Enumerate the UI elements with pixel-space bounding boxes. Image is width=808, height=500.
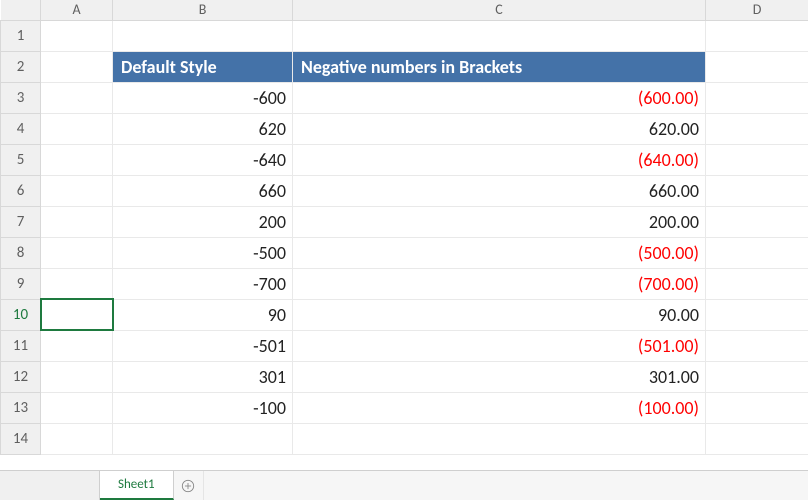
cell-B12[interactable]: 301 [113, 361, 293, 392]
cell-B13[interactable]: -100 [113, 392, 293, 423]
cell-C13[interactable]: (100.00) [293, 392, 706, 423]
cell-D13[interactable] [706, 392, 808, 423]
cell-B4[interactable]: 620 [113, 113, 293, 144]
cell-C10[interactable]: 90.00 [293, 299, 706, 330]
cell-A1[interactable] [41, 20, 113, 51]
row-header-5[interactable]: 5 [1, 144, 41, 175]
cell-C12[interactable]: 301.00 [293, 361, 706, 392]
row-header-14[interactable]: 14 [1, 423, 41, 454]
cell-B8[interactable]: -500 [113, 237, 293, 268]
sheet-tab-bar: Sheet1 [0, 470, 808, 500]
row-header-2[interactable]: 2 [1, 51, 41, 82]
cell-D7[interactable] [706, 206, 808, 237]
cell-A7[interactable] [41, 206, 113, 237]
cell-C9[interactable]: (700.00) [293, 268, 706, 299]
cell-B5[interactable]: -640 [113, 144, 293, 175]
plus-circle-icon [181, 479, 195, 493]
cell-C11[interactable]: (501.00) [293, 330, 706, 361]
row-header-11[interactable]: 11 [1, 330, 41, 361]
cell-A14[interactable] [41, 423, 113, 454]
cell-B6[interactable]: 660 [113, 175, 293, 206]
cell-D9[interactable] [706, 268, 808, 299]
cell-B11[interactable]: -501 [113, 330, 293, 361]
row-header-3[interactable]: 3 [1, 82, 41, 113]
cell-B3[interactable]: -600 [113, 82, 293, 113]
row-header-6[interactable]: 6 [1, 175, 41, 206]
column-header-C[interactable]: C [293, 0, 706, 20]
cell-A11[interactable] [41, 330, 113, 361]
cell-D3[interactable] [706, 82, 808, 113]
cell-A5[interactable] [41, 144, 113, 175]
column-header-row: A B C D [1, 0, 808, 20]
cell-D6[interactable] [706, 175, 808, 206]
row-header-12[interactable]: 12 [1, 361, 41, 392]
cell-C1[interactable] [293, 20, 706, 51]
row-header-10[interactable]: 10 [1, 299, 41, 330]
add-sheet-button[interactable] [174, 471, 204, 500]
cell-C3[interactable]: (600.00) [293, 82, 706, 113]
column-header-D[interactable]: D [706, 0, 808, 20]
cell-D11[interactable] [706, 330, 808, 361]
select-all-corner[interactable] [1, 0, 41, 20]
row-header-8[interactable]: 8 [1, 237, 41, 268]
row-header-1[interactable]: 1 [1, 20, 41, 51]
row-header-13[interactable]: 13 [1, 392, 41, 423]
cell-B14[interactable] [113, 423, 293, 454]
sheet-tab-sheet1[interactable]: Sheet1 [100, 471, 174, 500]
cell-A6[interactable] [41, 175, 113, 206]
cell-A4[interactable] [41, 113, 113, 144]
cell-C6[interactable]: 660.00 [293, 175, 706, 206]
cell-D10[interactable] [706, 299, 808, 330]
cell-D14[interactable] [706, 423, 808, 454]
tab-nav-spacer [0, 471, 100, 500]
cell-B10[interactable]: 90 [113, 299, 293, 330]
cell-C4[interactable]: 620.00 [293, 113, 706, 144]
column-label-default-style[interactable]: Default Style [113, 51, 293, 82]
cell-A2[interactable] [41, 51, 113, 82]
cell-D2[interactable] [706, 51, 808, 82]
cell-D4[interactable] [706, 113, 808, 144]
cell-D12[interactable] [706, 361, 808, 392]
cell-A3[interactable] [41, 82, 113, 113]
cell-D8[interactable] [706, 237, 808, 268]
cell-D5[interactable] [706, 144, 808, 175]
column-label-negative-brackets[interactable]: Negative numbers in Brackets [293, 51, 706, 82]
cell-A10[interactable] [41, 299, 113, 330]
column-header-A[interactable]: A [41, 0, 113, 20]
column-header-B[interactable]: B [113, 0, 293, 20]
row-header-4[interactable]: 4 [1, 113, 41, 144]
row-header-7[interactable]: 7 [1, 206, 41, 237]
cell-A8[interactable] [41, 237, 113, 268]
spreadsheet-grid[interactable]: A B C D 1 2 Default Style Negative numbe… [0, 0, 808, 470]
cell-C7[interactable]: 200.00 [293, 206, 706, 237]
row-header-9[interactable]: 9 [1, 268, 41, 299]
cell-B7[interactable]: 200 [113, 206, 293, 237]
cell-A9[interactable] [41, 268, 113, 299]
cell-A13[interactable] [41, 392, 113, 423]
cell-C14[interactable] [293, 423, 706, 454]
cell-B1[interactable] [113, 20, 293, 51]
cell-C5[interactable]: (640.00) [293, 144, 706, 175]
cell-A12[interactable] [41, 361, 113, 392]
cell-B9[interactable]: -700 [113, 268, 293, 299]
cell-C8[interactable]: (500.00) [293, 237, 706, 268]
cell-D1[interactable] [706, 20, 808, 51]
